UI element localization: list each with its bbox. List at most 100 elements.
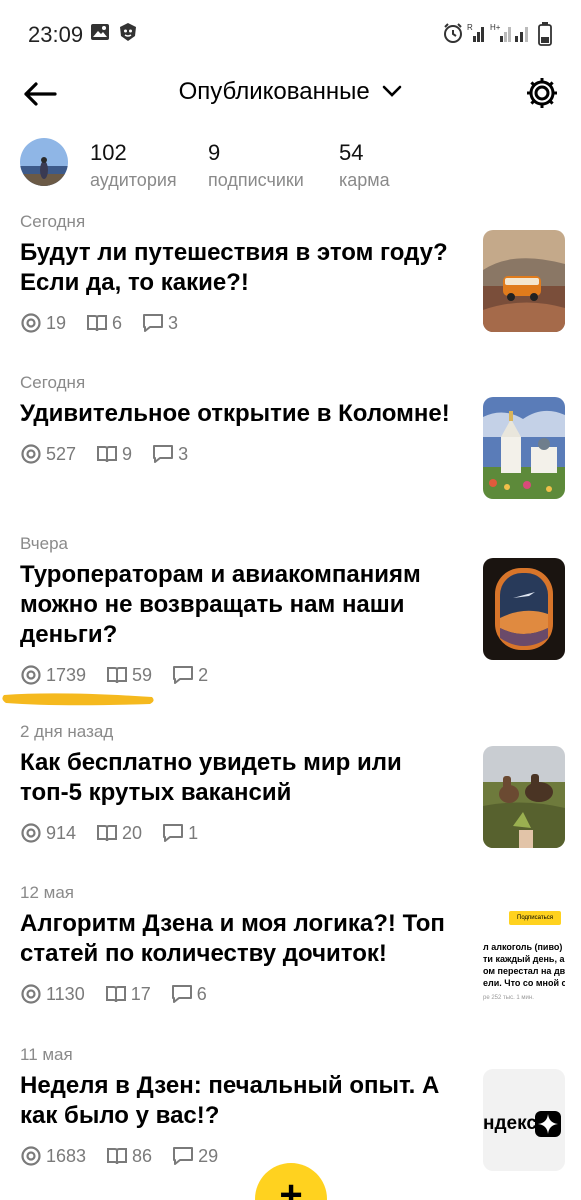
views-metric: 1130 [20,983,85,1005]
comments-metric: 6 [171,984,207,1005]
reads-metric: 20 [96,823,142,844]
article-snippet: л алкоголь (пиво) ти каждый день, а ом п… [483,941,565,989]
plus-icon: + [279,1173,303,1200]
comments-count: 1 [188,822,199,843]
post-item[interactable]: 11 мая Неделя в Дзен: печальный опыт. А … [20,1045,565,1171]
avatar[interactable] [20,138,68,186]
eye-target-icon [21,1146,41,1166]
post-date: Сегодня [20,373,86,392]
post-thumbnail-church[interactable] [483,397,565,499]
reads-count: 59 [132,664,153,685]
comment-icon [171,985,192,1003]
comments-count: 6 [196,983,207,1004]
post-title[interactable]: Алгоритм Дзена и моя логика?! Топ статей… [20,909,465,969]
reads-metric: 59 [106,665,152,686]
book-icon [105,986,126,1003]
views-count: 19 [46,312,67,333]
feed-filter-dropdown[interactable]: Опубликованные [0,78,581,106]
battery-icon [538,22,552,51]
alarm-icon [442,22,464,49]
views-metric: 527 [20,443,76,465]
signal-r-icon: R [467,22,487,49]
status-bar: 23:09 R H+ [0,0,581,70]
views-count: 914 [46,822,77,843]
views-metric: 19 [20,312,66,334]
book-icon [107,1148,128,1165]
post-item[interactable]: Сегодня Будут ли путешествия в этом году… [20,212,565,334]
views-count: 1739 [46,664,87,685]
post-thumbnail-zen-logo[interactable]: ндекс [483,1069,565,1171]
reads-count: 86 [132,1145,153,1166]
eye-target-icon [21,984,41,1004]
signal-icon [515,22,529,49]
post-metrics: 1739 59 2 [20,664,565,686]
post-date: 12 мая [20,883,74,902]
profile-stats: 102 аудитория 9 подписчики 54 карма [20,138,560,190]
reads-count: 17 [130,983,151,1004]
chevron-down-icon [382,77,402,105]
page-title: Опубликованные [178,78,370,105]
post-thumbnail-plane-window[interactable] [483,558,565,660]
comments-metric: 2 [172,665,208,686]
status-time: 23:09 [28,22,84,47]
comments-count: 3 [168,312,179,333]
eye-target-icon [21,313,41,333]
stat-label: аудитория [90,170,177,190]
comment-icon [173,666,194,684]
reads-metric: 86 [106,1146,152,1167]
book-icon [97,446,118,463]
book-icon [107,667,128,684]
post-thumbnail-van[interactable] [483,230,565,332]
post-item[interactable]: Сегодня Удивительное открытие в Коломне!… [20,373,565,499]
reads-count: 20 [122,822,143,843]
stat-value: 54 [339,140,364,165]
post-title[interactable]: Туроператорам и авиакомпаниям можно не в… [20,560,450,650]
stat-label: подписчики [208,170,304,190]
stat-value: 9 [208,140,221,165]
lion-app-icon [118,22,138,47]
post-item[interactable]: Вчера Туроператорам и авиакомпаниям можн… [20,534,565,686]
comment-icon [143,314,164,332]
stat-label: карма [339,170,390,190]
views-metric: 1683 [20,1145,86,1167]
gallery-icon [90,22,110,47]
stat-karma: 54 карма [339,140,390,191]
svg-text:R: R [467,23,473,32]
post-title[interactable]: Удивительное открытие в Коломне! [20,399,470,429]
app-header: Опубликованные [0,70,581,120]
comments-count: 29 [198,1145,219,1166]
comments-count: 2 [198,664,209,685]
stat-value: 102 [90,140,127,165]
post-date: Вчера [20,534,68,553]
views-count: 527 [46,443,77,464]
eye-target-icon [21,665,41,685]
stat-subscribers: 9 подписчики [208,140,304,191]
book-icon [97,825,118,842]
article-snippet-line: ели. Что со мной ст [483,978,565,988]
signal-h-plus-icon: H+ [490,22,514,49]
post-item[interactable]: 12 мая Алгоритм Дзена и моя логика?! Топ… [20,883,565,1009]
add-post-button[interactable]: + [255,1163,327,1200]
views-count: 1683 [46,1145,87,1166]
post-title[interactable]: Будут ли путешествия в этом году? Если д… [20,238,465,298]
gear-icon[interactable] [525,76,559,110]
post-title[interactable]: Неделя в Дзен: печальный опыт. А как был… [20,1071,450,1131]
post-item[interactable]: 2 дня назад Как бесплатно увидеть мир ил… [20,722,565,848]
post-title[interactable]: Как бесплатно увидеть мир или топ-5 крут… [20,748,440,808]
reads-count: 6 [112,312,123,333]
comments-metric: 1 [162,823,198,844]
eye-target-icon [21,823,41,843]
reads-metric: 6 [86,313,122,334]
post-date: Сегодня [20,212,86,231]
post-thumbnail-article[interactable]: Подписаться л алкоголь (пиво) ти каждый … [483,907,565,1009]
reads-metric: 17 [105,984,151,1005]
views-metric: 1739 [20,664,86,686]
comment-icon [173,1147,194,1165]
comment-icon [153,445,174,463]
views-count: 1130 [46,983,85,1004]
post-thumbnail-horses[interactable] [483,746,565,848]
reads-count: 9 [122,443,133,464]
post-date: 11 мая [20,1045,73,1064]
article-snippet-line: ти каждый день, а [483,954,565,964]
comments-metric: 3 [152,444,188,465]
